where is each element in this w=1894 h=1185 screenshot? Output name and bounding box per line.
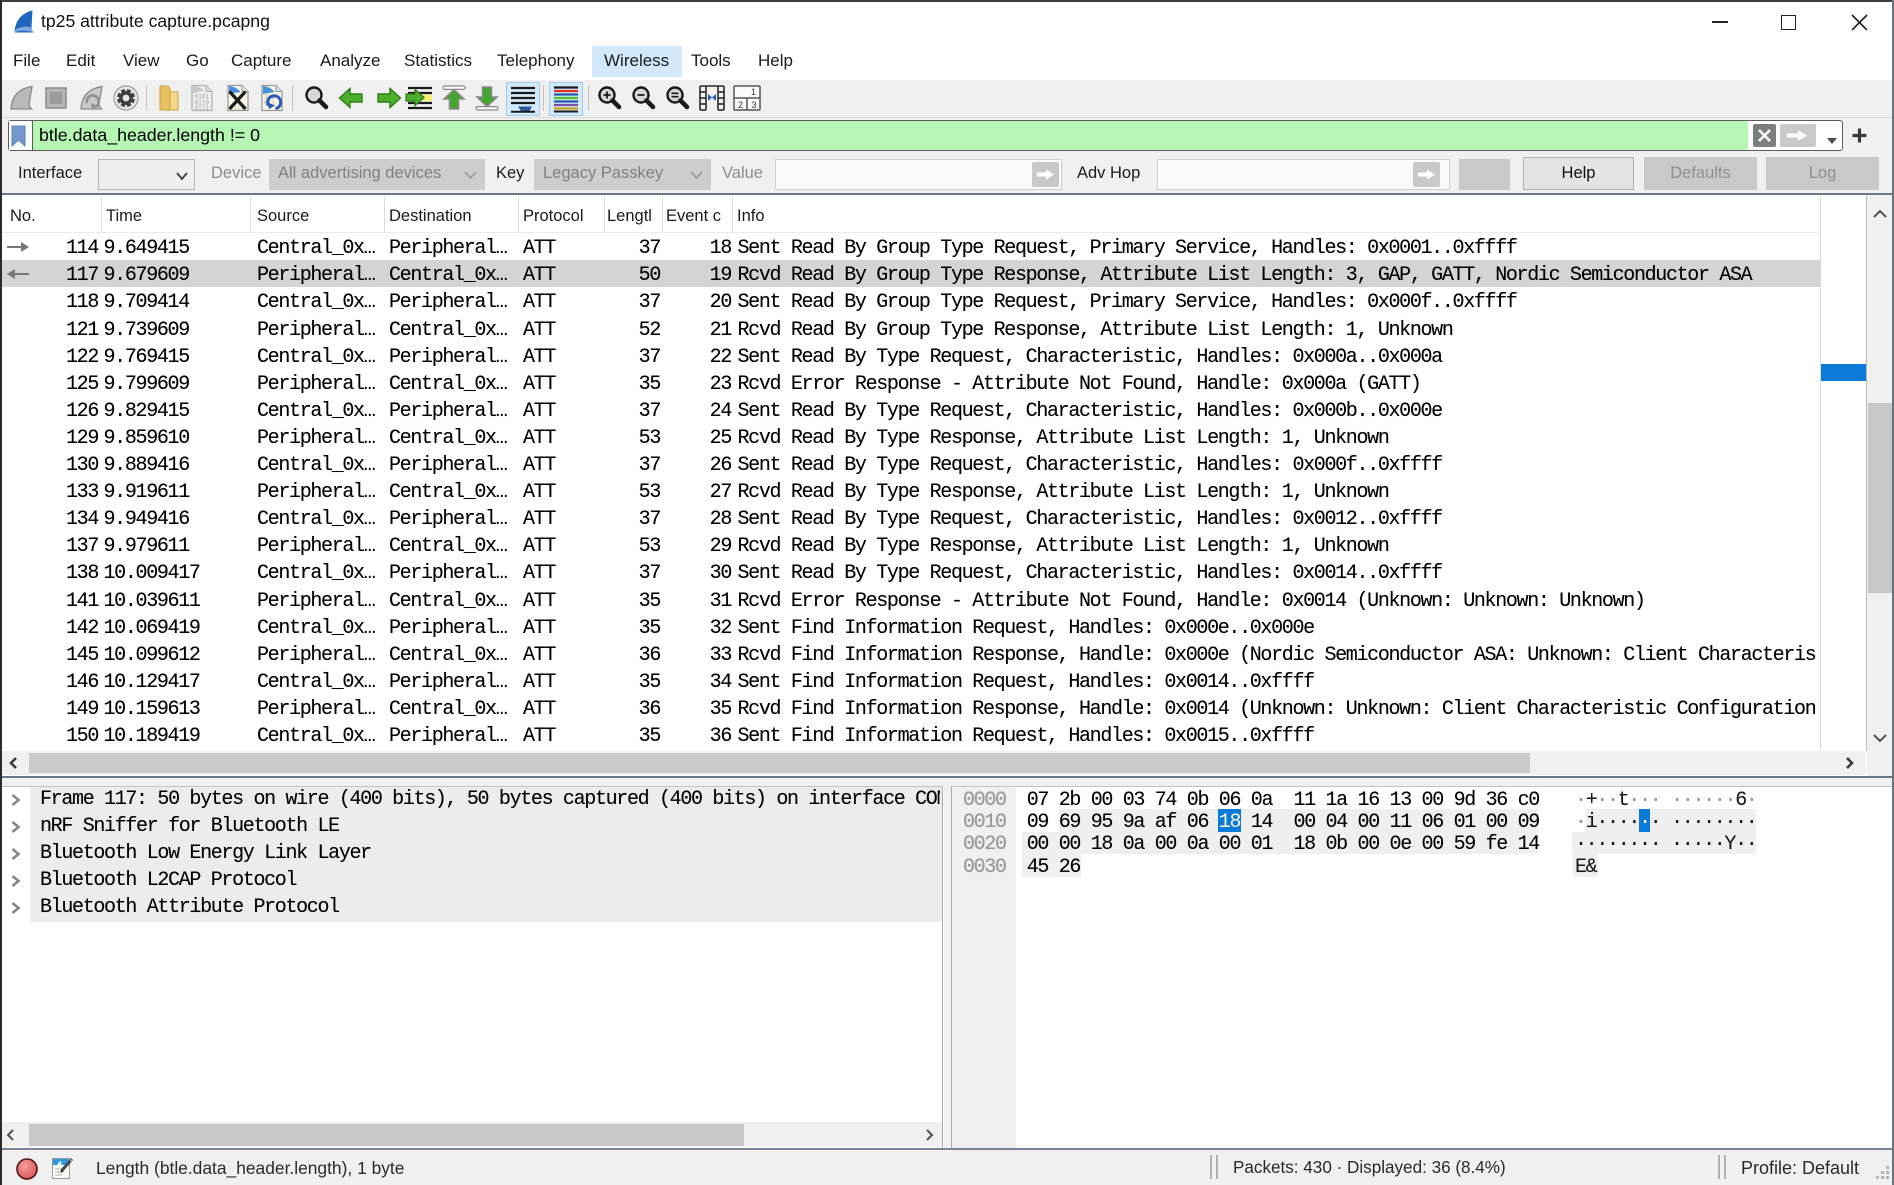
svg-text:2: 2 [738,100,743,110]
svg-text:1: 1 [751,87,756,97]
svg-text:3: 3 [752,100,757,110]
svg-text:0111: 0111 [195,105,210,112]
